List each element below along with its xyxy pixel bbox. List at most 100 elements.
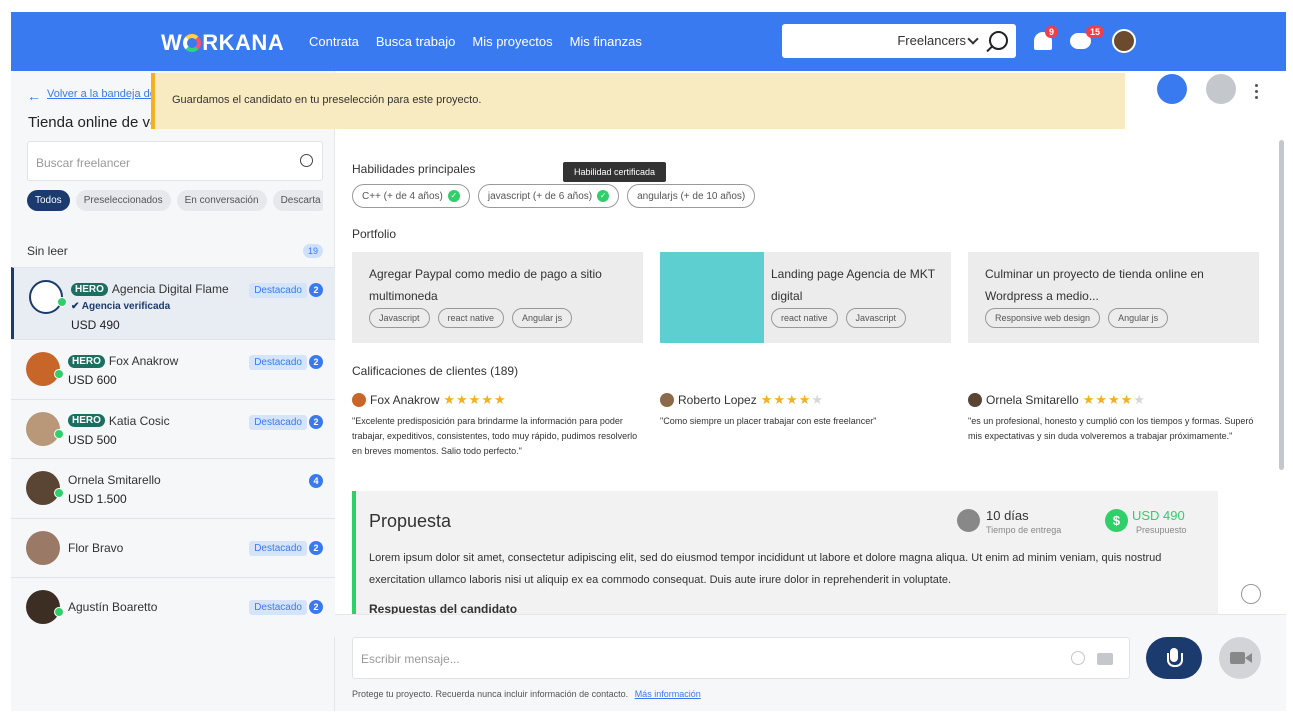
filter-todos[interactable]: Todos bbox=[27, 190, 70, 211]
portfolio-tag: Angular js bbox=[512, 308, 573, 328]
delivery-time: 10 días bbox=[986, 508, 1029, 523]
portfolio-tag: Javascript bbox=[369, 308, 430, 328]
portfolio-heading: Portfolio bbox=[352, 227, 397, 241]
more-options-icon[interactable] bbox=[1255, 84, 1258, 87]
candidate-detail: Habilidades principales Habilidad certif… bbox=[335, 71, 1286, 711]
avatar bbox=[26, 590, 60, 624]
check-icon[interactable]: ✓ bbox=[597, 190, 610, 202]
hero-badge: HERO bbox=[68, 354, 105, 368]
search-placeholder: Buscar freelancer bbox=[36, 156, 131, 170]
portfolio-thumbnail bbox=[660, 252, 764, 343]
microphone-button[interactable] bbox=[1146, 637, 1202, 679]
message-count-badge: 2 bbox=[309, 283, 323, 297]
featured-badge: Destacado bbox=[249, 600, 307, 615]
filter-descartados[interactable]: Descarta bbox=[272, 190, 323, 211]
skill-label: angularjs (+ de 10 años) bbox=[637, 190, 746, 202]
star-rating: ★★★★★ bbox=[443, 392, 507, 407]
nav-busca-trabajo[interactable]: Busca trabajo bbox=[376, 34, 456, 49]
message-input[interactable]: Escribir mensaje... bbox=[352, 637, 1130, 679]
paperclip-icon[interactable] bbox=[1071, 651, 1085, 665]
avatar bbox=[26, 352, 60, 386]
featured-badge: Destacado bbox=[249, 540, 307, 556]
online-status-icon bbox=[54, 428, 64, 439]
portfolio-card[interactable]: Culminar un proyecto de tienda online en… bbox=[968, 252, 1259, 343]
notification-badge: 9 bbox=[1045, 26, 1059, 38]
clock-icon bbox=[957, 509, 980, 532]
contact-warning: Protege tu proyecto. Recuerda nunca incl… bbox=[352, 689, 701, 699]
nav-mis-proyectos[interactable]: Mis proyectos bbox=[472, 34, 552, 49]
search-icon[interactable] bbox=[300, 154, 313, 167]
dollar-icon: $ bbox=[1105, 509, 1128, 532]
reviewer-name: Fox Anakrow bbox=[370, 393, 440, 407]
nav-contrata[interactable]: Contrata bbox=[309, 34, 359, 49]
avatar bbox=[26, 411, 60, 446]
workana-logo[interactable]: W RKANA bbox=[161, 30, 284, 56]
candidate-name-text: Ornela Smitarello bbox=[68, 473, 161, 487]
review-item: Ornela Smitarello ★★★★★ "es un profesiona… bbox=[968, 392, 1259, 462]
avatar bbox=[29, 280, 63, 314]
candidate-name-text: Katia Cosic bbox=[108, 413, 170, 428]
candidate-item[interactable]: Flor Bravo Destacado 2 bbox=[11, 517, 335, 577]
search-icon[interactable] bbox=[989, 31, 1008, 50]
featured-badge: Destacado bbox=[249, 414, 307, 430]
scrollbar[interactable] bbox=[1279, 140, 1284, 470]
check-icon: ✓ bbox=[447, 190, 460, 202]
message-count-badge: 2 bbox=[309, 600, 323, 614]
candidate-name-text: Agustín Boaretto bbox=[68, 600, 158, 614]
filter-en-conversacion[interactable]: En conversación bbox=[176, 190, 267, 211]
folder-icon[interactable] bbox=[1097, 653, 1113, 665]
thumbs-down-button[interactable] bbox=[1206, 74, 1236, 104]
arrow-left-icon[interactable]: ← bbox=[27, 88, 41, 104]
portfolio-card[interactable]: Landing page Agencia de MKT digital reac… bbox=[660, 252, 951, 343]
review-item: Roberto Lopez ★★★★★ "Como siempre un plac… bbox=[660, 392, 951, 462]
skill-label: C++ (+ de 4 años) bbox=[362, 190, 443, 202]
preselection-notice: Guardamos el candidato en tu preselecció… bbox=[151, 73, 1125, 129]
global-search[interactable]: Freelancers bbox=[782, 24, 1016, 58]
skills-heading: Habilidades principales bbox=[352, 162, 476, 176]
thumbs-up-button[interactable] bbox=[1157, 74, 1187, 104]
candidate-item[interactable]: HERO Agencia Digital Flame ✔ Agencia ver… bbox=[11, 267, 335, 339]
proposal-price-label: Presupuesto bbox=[1136, 525, 1187, 535]
delivery-time-label: Tiempo de entrega bbox=[986, 525, 1062, 535]
message-count-badge: 2 bbox=[309, 540, 323, 555]
filter-preseleccionados[interactable]: Preseleccionados bbox=[75, 190, 171, 211]
verified-agency-label: ✔ Agencia verificada bbox=[71, 301, 171, 312]
candidate-name-text: Flor Bravo bbox=[68, 540, 124, 555]
message-count-badge: 2 bbox=[309, 355, 323, 369]
nav-mis-finanzas[interactable]: Mis finanzas bbox=[570, 34, 642, 49]
candidate-item[interactable]: HERO Katia Cosic USD 500 Destacado 2 bbox=[11, 398, 335, 458]
candidate-list: HERO Agencia Digital Flame ✔ Agencia ver… bbox=[11, 267, 335, 637]
message-badge: 15 bbox=[1086, 26, 1105, 38]
project-title: Tienda online de vent bbox=[28, 114, 168, 131]
candidate-name: Flor Bravo bbox=[68, 541, 123, 555]
expand-chevron-icon[interactable] bbox=[1241, 584, 1261, 604]
candidate-item[interactable]: HERO Fox Anakrow USD 600 Destacado 2 bbox=[11, 339, 335, 399]
candidate-item[interactable]: Agustín Boaretto Destacado 2 bbox=[11, 577, 335, 637]
portfolio-tag: react native bbox=[437, 308, 505, 328]
reviewer-name: Roberto Lopez bbox=[678, 393, 757, 407]
reviews-list: Fox Anakrow ★★★★★ "Excelente predisposici… bbox=[352, 392, 1259, 462]
certified-skill-tooltip: Habilidad certificada bbox=[563, 162, 667, 182]
star-rating: ★★★★★ bbox=[760, 392, 825, 407]
review-text: "Excelente predisposición para brindarme… bbox=[352, 416, 638, 456]
candidates-sidebar: ← Volver a la bandeja de me Tienda onlin… bbox=[11, 71, 335, 711]
proposal-card: Propuesta 10 días Tiempo de entrega $ US… bbox=[352, 491, 1218, 616]
featured-badge: Destacado bbox=[249, 283, 307, 298]
freelancer-search-input[interactable]: Buscar freelancer bbox=[27, 141, 323, 181]
portfolio-title: Landing page Agencia de MKT digital bbox=[771, 267, 935, 303]
portfolio-list: Agregar Paypal como medio de pago a siti… bbox=[352, 252, 1259, 343]
avatar bbox=[352, 393, 366, 407]
proposal-body: Lorem ipsum dolor sit amet, consectetur … bbox=[369, 552, 1162, 586]
search-category-select[interactable]: Freelancers bbox=[897, 33, 966, 48]
message-count-badge: 2 bbox=[309, 414, 323, 429]
avatar bbox=[26, 530, 60, 565]
proposal-title: Propuesta bbox=[369, 511, 452, 531]
skill-chip: C++ (+ de 4 años) ✓ bbox=[352, 184, 470, 208]
candidate-item[interactable]: Ornela Smitarello USD 1.500 4 bbox=[11, 458, 335, 518]
portfolio-card[interactable]: Agregar Paypal como medio de pago a siti… bbox=[352, 252, 643, 343]
video-call-button[interactable] bbox=[1219, 637, 1261, 679]
more-info-link[interactable]: Más información bbox=[635, 689, 701, 699]
top-navbar: W RKANA Contrata Busca trabajo Mis proyec… bbox=[11, 12, 1286, 71]
user-avatar[interactable] bbox=[1112, 29, 1136, 53]
chevron-down-icon[interactable] bbox=[967, 33, 979, 45]
